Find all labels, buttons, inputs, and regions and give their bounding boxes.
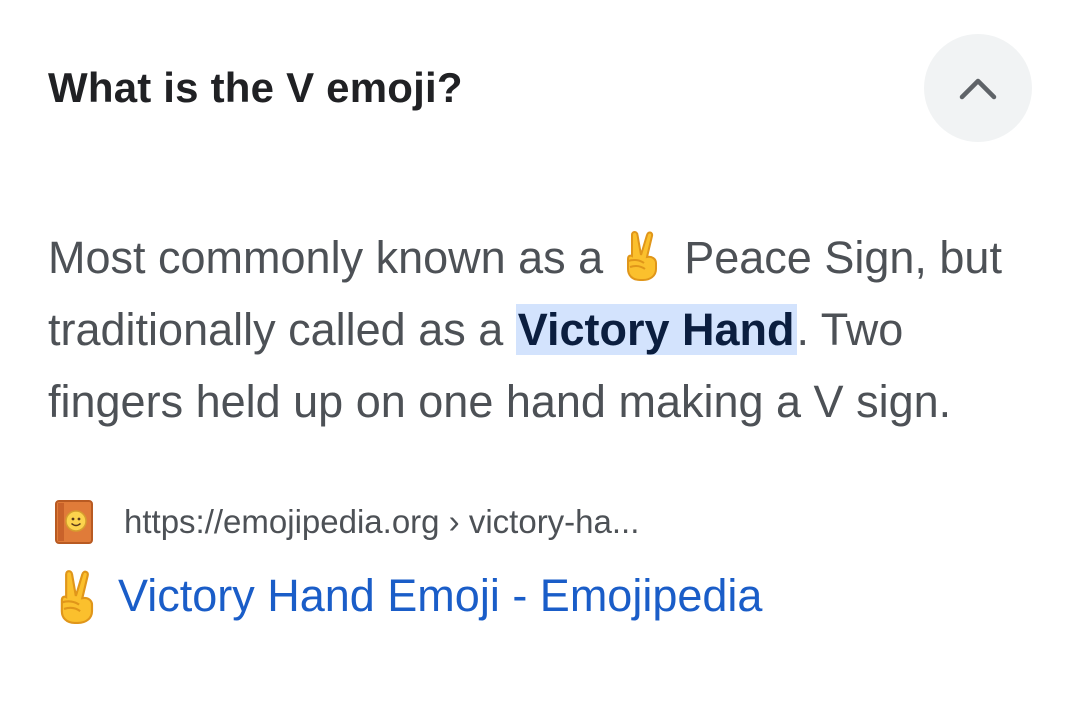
answer-text: Most commonly known as a Peace Sign, but… (48, 222, 1048, 438)
victory-hand-emoji-icon (60, 570, 94, 624)
chevron-up-icon (959, 78, 997, 100)
question-heading[interactable]: What is the V emoji? (48, 62, 463, 114)
featured-snippet: What is the V emoji? Most commonly known… (0, 0, 1080, 715)
result-link[interactable]: Victory Hand Emoji - Emojipedia (48, 568, 762, 624)
emojipedia-favicon-icon (55, 500, 93, 544)
source-row[interactable]: https://emojipedia.org › victory-ha... (48, 496, 639, 548)
victory-hand-emoji-icon (626, 231, 657, 281)
answer-text-part1: Most commonly known as a (48, 232, 616, 283)
collapse-button[interactable] (924, 34, 1032, 142)
source-url[interactable]: https://emojipedia.org › victory-ha... (124, 503, 639, 541)
highlighted-term: Victory Hand (515, 304, 797, 355)
result-title[interactable]: Victory Hand Emoji - Emojipedia (118, 570, 762, 622)
